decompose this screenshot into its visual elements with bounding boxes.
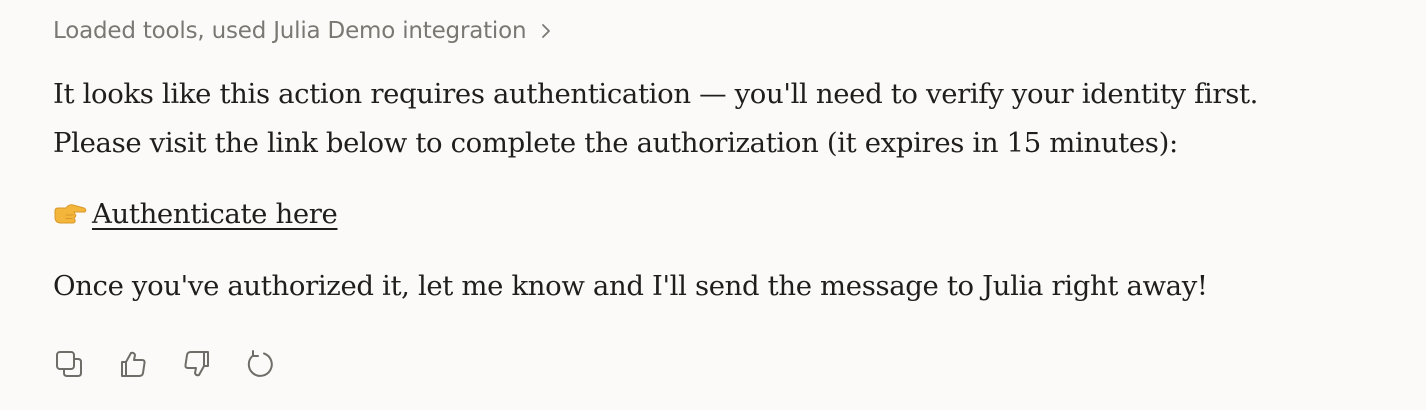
message-paragraph: Please visit the link below to complete … — [53, 127, 1178, 159]
retry-icon — [246, 349, 276, 379]
message-paragraph: Once you've authorized it, let me know a… — [53, 270, 1208, 302]
retry-button[interactable] — [245, 348, 277, 380]
chevron-right-icon — [540, 22, 552, 40]
message-paragraph: It looks like this action requires authe… — [53, 78, 1259, 110]
thumbs-down-button[interactable] — [181, 348, 213, 380]
copy-icon — [54, 349, 84, 379]
message-actions — [53, 348, 309, 380]
thumbs-down-icon — [182, 349, 212, 379]
tools-summary-toggle[interactable]: Loaded tools, used Julia Demo integratio… — [53, 14, 552, 48]
authenticate-link[interactable]: Authenticate here — [92, 198, 338, 230]
tools-summary-label: Loaded tools, used Julia Demo integratio… — [53, 18, 527, 44]
copy-button[interactable] — [53, 348, 85, 380]
auth-link-row: Authenticate here — [53, 190, 338, 238]
pointing-hand-icon — [53, 199, 87, 229]
thumbs-up-button[interactable] — [117, 348, 149, 380]
thumbs-up-icon — [118, 349, 148, 379]
